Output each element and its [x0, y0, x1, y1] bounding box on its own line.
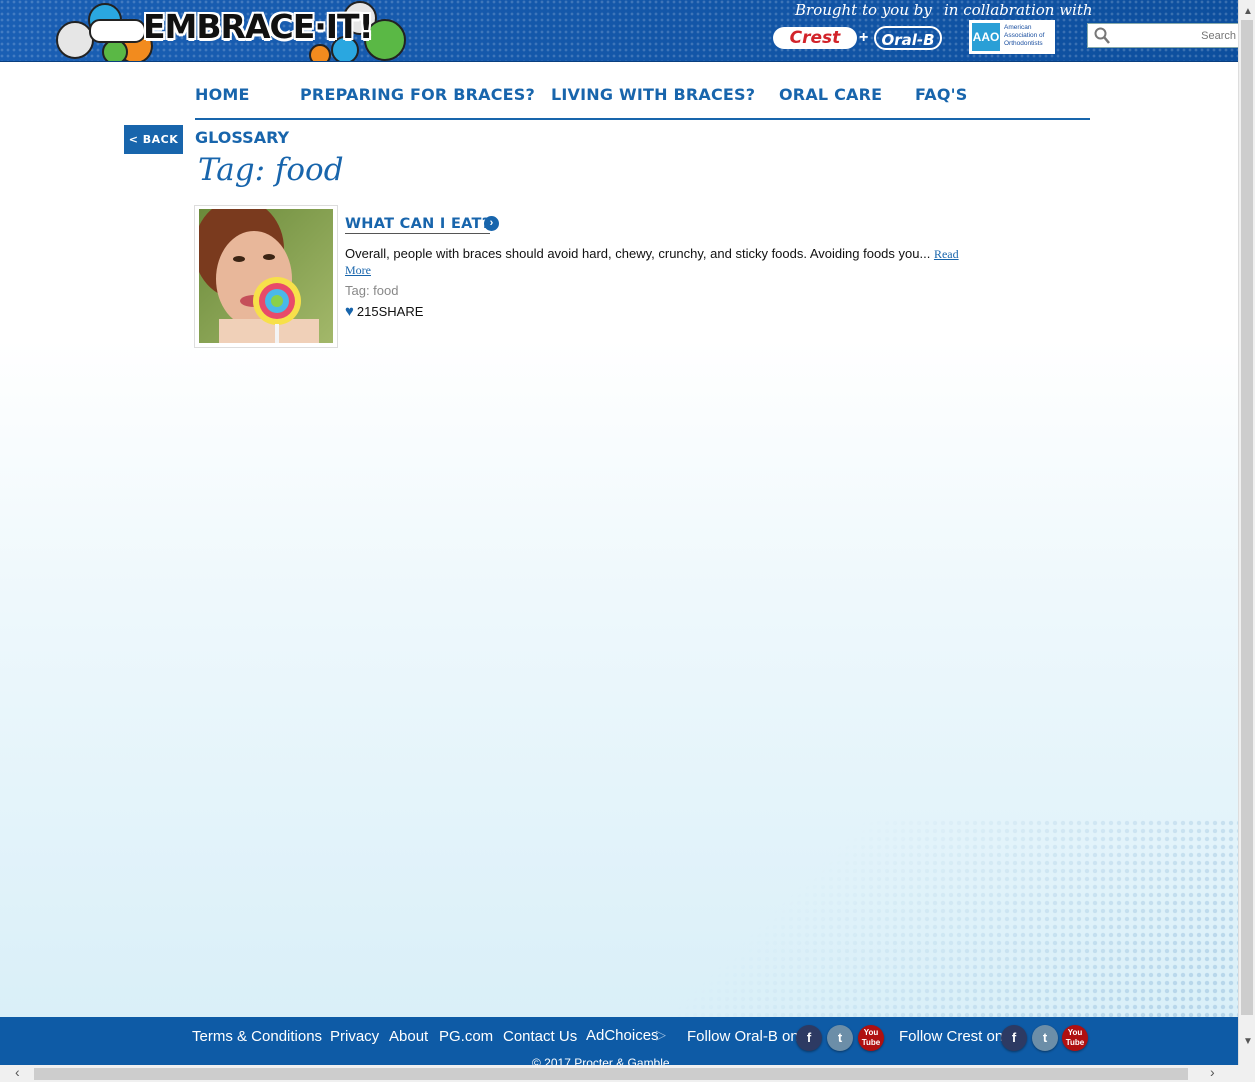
article-thumbnail[interactable] — [194, 205, 338, 348]
aao-text: American Association of Orthodontists — [1004, 24, 1045, 47]
oralb-facebook-icon[interactable]: f — [796, 1025, 822, 1051]
logo-text: EMBRACE·IT! — [143, 7, 374, 46]
footer-about-link[interactable]: About — [389, 1028, 428, 1045]
crest-facebook-icon[interactable]: f — [1001, 1025, 1027, 1051]
oralb-logo[interactable]: Oral-B — [874, 26, 942, 50]
arrow-right-circle-icon[interactable]: › — [484, 216, 499, 231]
crest-twitter-icon[interactable]: t — [1032, 1025, 1058, 1051]
likes-count: 215 — [356, 304, 379, 319]
article-title[interactable]: WHAT CAN I EAT? — [345, 216, 491, 234]
main-nav: HOME PREPARING FOR BRACES? LIVING WITH B… — [195, 84, 1090, 120]
plus-sign: + — [859, 29, 869, 46]
nav-oral-care[interactable]: ORAL CARE — [779, 85, 882, 104]
heart-icon[interactable]: ♥ — [345, 303, 354, 320]
site-logo[interactable]: EMBRACE·IT! — [55, 0, 407, 61]
crest-logo[interactable]: Crest — [773, 27, 857, 49]
glossary-link[interactable]: GLOSSARY — [195, 128, 289, 147]
likes-share-row: ♥ 215SHARE — [345, 303, 423, 320]
copyright-text: © 2017 Procter & Gamble — [532, 1056, 670, 1065]
scroll-down-icon[interactable]: ▼ — [1243, 1036, 1253, 1047]
collaboration-label: in collabration with — [944, 1, 1093, 19]
search-box[interactable] — [1087, 23, 1239, 48]
search-icon[interactable] — [1094, 27, 1110, 49]
scroll-right-icon[interactable]: › — [1210, 1064, 1215, 1080]
footer-contact-link[interactable]: Contact Us — [503, 1028, 577, 1045]
follow-oralb-label: Follow Oral-B on — [687, 1028, 799, 1045]
horizontal-scroll-thumb[interactable] — [34, 1068, 1188, 1080]
brought-by-label: Brought to you by — [795, 1, 932, 19]
oralb-youtube-icon[interactable]: You Tube — [858, 1025, 884, 1051]
aao-logo[interactable]: AAO American Association of Orthodontist… — [969, 20, 1055, 54]
vertical-scroll-thumb[interactable] — [1241, 20, 1253, 1015]
site-footer: Terms & Conditions Privacy About PG.com … — [0, 1017, 1238, 1065]
scroll-left-icon[interactable]: ‹ — [15, 1064, 20, 1080]
follow-crest-label: Follow Crest on — [899, 1028, 1004, 1045]
nav-living-with-braces[interactable]: LIVING WITH BRACES? — [551, 85, 755, 104]
nav-home[interactable]: HOME — [195, 85, 250, 104]
vertical-scrollbar[interactable]: ▲ ▼ — [1238, 0, 1255, 1065]
crest-logo-text: Crest — [789, 28, 841, 48]
share-button[interactable]: SHARE — [379, 304, 424, 319]
back-button[interactable]: < BACK — [124, 125, 183, 154]
site-header: EMBRACE·IT! Brought to you by in collabr… — [0, 0, 1239, 62]
search-input[interactable] — [1112, 26, 1236, 45]
adchoices-icon[interactable]: ▷ — [656, 1027, 666, 1043]
aao-mark: AAO — [972, 23, 1000, 51]
page-title: Tag: food — [198, 152, 344, 188]
article-excerpt: Overall, people with braces should avoid… — [345, 246, 965, 278]
girl-lollipop-image — [199, 209, 333, 343]
nav-preparing-for-braces[interactable]: PREPARING FOR BRACES? — [300, 85, 535, 104]
scrollbar-corner — [1238, 1065, 1255, 1082]
crest-youtube-icon[interactable]: You Tube — [1062, 1025, 1088, 1051]
footer-adchoices-link[interactable]: AdChoices — [586, 1027, 659, 1044]
nav-faqs[interactable]: FAQ'S — [915, 85, 968, 104]
horizontal-scrollbar[interactable]: ‹ › — [0, 1064, 1238, 1082]
footer-privacy-link[interactable]: Privacy — [330, 1028, 379, 1045]
scroll-up-icon[interactable]: ▲ — [1243, 6, 1253, 17]
footer-pg-link[interactable]: PG.com — [439, 1028, 493, 1045]
footer-terms-link[interactable]: Terms & Conditions — [192, 1028, 322, 1045]
article-tag[interactable]: Tag: food — [345, 283, 399, 298]
article-excerpt-text: Overall, people with braces should avoid… — [345, 246, 931, 261]
oralb-twitter-icon[interactable]: t — [827, 1025, 853, 1051]
dot-pattern-decoration — [620, 820, 1238, 1017]
